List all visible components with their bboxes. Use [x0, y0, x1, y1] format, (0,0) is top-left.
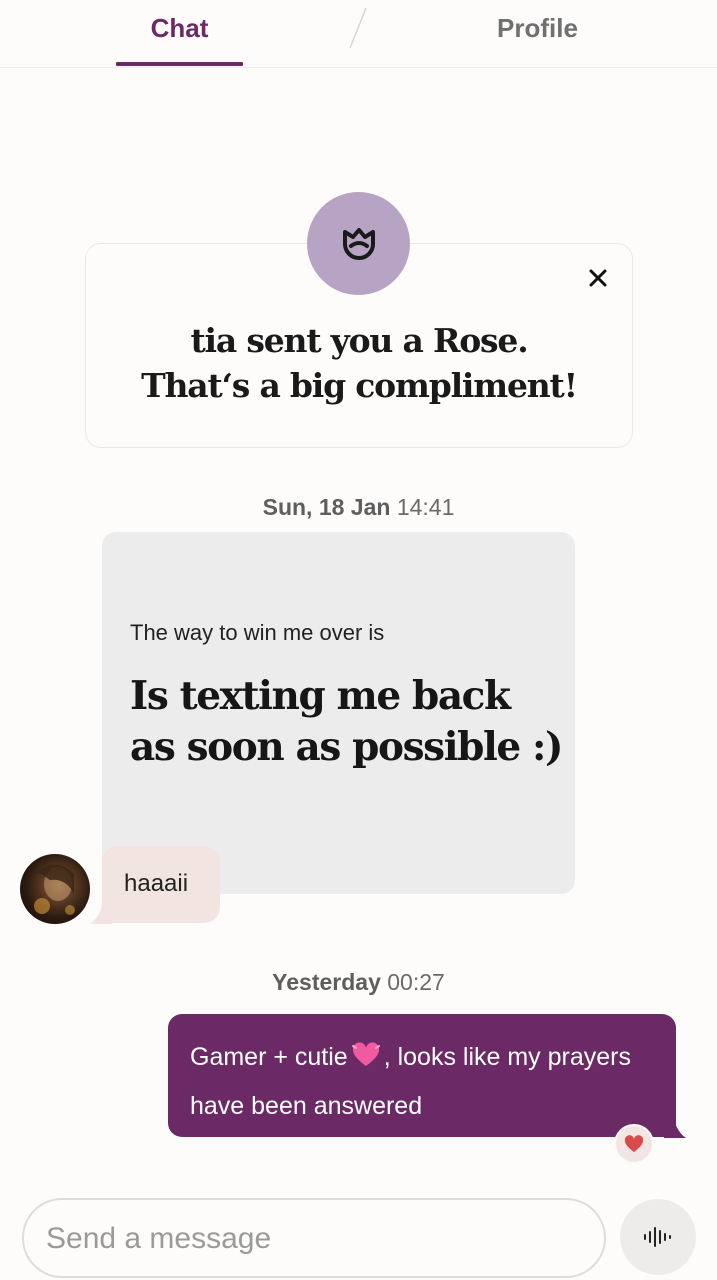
- rose-message-line1: tia sent you a Rose.: [190, 321, 529, 360]
- chat-screen: Chat Profile tia sent you a Rose. That‘s…: [0, 0, 717, 1280]
- beating-heart-emoji-icon: [351, 1037, 381, 1083]
- prompt-answer-line1: Is texting me back: [130, 673, 511, 719]
- rose-badge: [307, 192, 410, 295]
- prompt-question: The way to win me over is: [130, 620, 385, 645]
- message-timestamp: Yesterday 00:27: [0, 969, 717, 996]
- rose-message: tia sent you a Rose. That‘s a big compli…: [85, 318, 633, 408]
- avatar[interactable]: [20, 854, 90, 924]
- outgoing-message-text: Gamer + cutie , looks like my prayers ha…: [190, 1034, 660, 1129]
- message-input[interactable]: [46, 1218, 586, 1260]
- top-tabs: Chat Profile: [0, 0, 717, 68]
- tab-profile[interactable]: Profile: [470, 10, 605, 46]
- message-composer: [22, 1198, 606, 1278]
- prompt-answer-line2: as soon as possible :): [130, 724, 563, 770]
- voice-wave-icon: [644, 1227, 671, 1247]
- timestamp-day: Sun, 18 Jan: [262, 494, 391, 520]
- reaction-button[interactable]: [614, 1124, 654, 1164]
- tab-divider: [349, 7, 367, 49]
- timestamp-day: Yesterday: [272, 969, 381, 995]
- outgoing-text-part1: Gamer + cutie: [190, 1043, 348, 1071]
- close-rose-card-button[interactable]: [582, 262, 614, 294]
- profile-photo: [34, 864, 75, 915]
- close-icon: [589, 269, 607, 287]
- message-timestamp: Sun, 18 Jan 14:41: [0, 494, 717, 521]
- incoming-message-text: haaaii: [124, 870, 189, 897]
- voice-message-button[interactable]: [620, 1199, 696, 1275]
- prompt-answer: Is texting me back as soon as possible :…: [130, 671, 570, 773]
- tab-chat[interactable]: Chat: [116, 10, 243, 46]
- timestamp-time: 00:27: [387, 969, 445, 995]
- timestamp-time: 14:41: [396, 494, 455, 520]
- rose-icon: [342, 227, 375, 260]
- heart-icon: [624, 1135, 644, 1152]
- rose-message-line2: That‘s a big compliment!: [141, 366, 578, 405]
- active-tab-indicator: [116, 62, 243, 66]
